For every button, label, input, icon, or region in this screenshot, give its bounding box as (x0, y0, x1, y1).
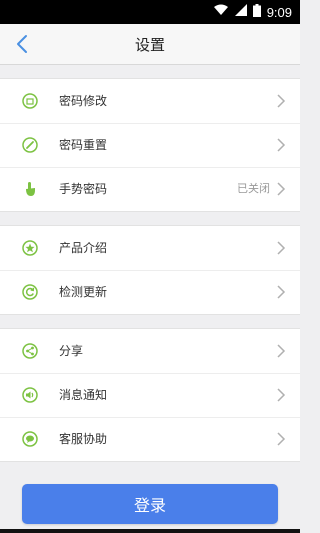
chevron-right-icon (276, 93, 286, 109)
row-label: 密码修改 (59, 94, 108, 108)
login-button[interactable]: 登录 (22, 484, 278, 524)
row-label: 客服协助 (59, 432, 108, 446)
page-title: 设置 (134, 36, 165, 54)
status-right: 9:09 (213, 0, 292, 24)
row-label: 分享 (59, 344, 84, 358)
row-label: 密码重置 (59, 138, 108, 152)
battery-icon (252, 3, 261, 21)
chevron-right-icon (276, 431, 286, 447)
settings-row-password-reset[interactable]: 密码重置 (0, 123, 300, 167)
row-label: 检测更新 (59, 285, 108, 299)
row-label: 消息通知 (59, 388, 108, 402)
chevron-right-icon (276, 284, 286, 300)
refresh-icon (22, 284, 38, 300)
row-label: 产品介绍 (59, 241, 108, 255)
gesture-status-value: 已关闭 (237, 182, 270, 195)
password-edit-icon (22, 93, 38, 109)
password-reset-icon (22, 137, 38, 153)
settings-group-social: 分享 消息通知 客服协助 (0, 328, 300, 462)
wifi-icon (213, 4, 229, 20)
speaker-icon (22, 387, 38, 403)
settings-row-share[interactable]: 分享 (0, 329, 300, 373)
signal-icon (234, 4, 247, 20)
settings-row-customer-service[interactable]: 客服协助 (0, 417, 300, 461)
settings-row-product-intro[interactable]: 产品介绍 (0, 226, 300, 270)
chat-icon (22, 431, 38, 447)
settings-group-about: 产品介绍 检测更新 (0, 225, 300, 315)
chevron-right-icon (276, 181, 286, 197)
settings-row-gesture-password[interactable]: 手势密码 已关闭 (0, 167, 300, 211)
settings-row-check-update[interactable]: 检测更新 (0, 270, 300, 314)
settings-group-security: 密码修改 密码重置 手势密码 已关闭 (0, 78, 300, 212)
row-label: 手势密码 (59, 182, 108, 196)
bottom-edge (0, 529, 300, 533)
share-icon (22, 343, 38, 359)
chevron-right-icon (276, 137, 286, 153)
settings-row-password-edit[interactable]: 密码修改 (0, 79, 300, 123)
settings-row-notifications[interactable]: 消息通知 (0, 373, 300, 417)
chevron-right-icon (276, 343, 286, 359)
nav-bar: 设置 (0, 24, 300, 65)
chevron-right-icon (276, 240, 286, 256)
gesture-icon (22, 181, 38, 197)
chevron-right-icon (276, 387, 286, 403)
status-bar: 9:09 (0, 0, 300, 24)
star-icon (22, 240, 38, 256)
status-time: 9:09 (266, 4, 292, 20)
